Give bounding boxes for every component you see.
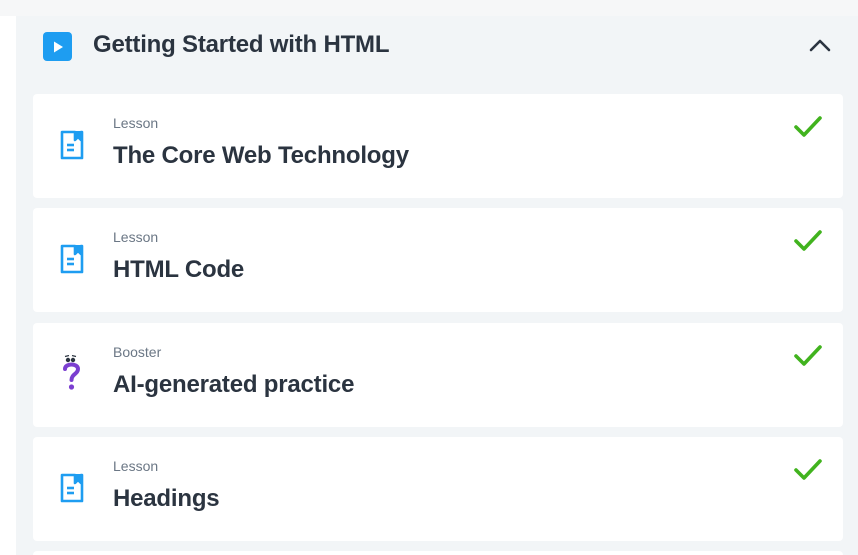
- item-type-label: Lesson: [113, 115, 159, 131]
- module-title: Getting Started with HTML: [93, 31, 390, 58]
- item-type-label: Lesson: [113, 458, 159, 474]
- item-type-label: Booster: [113, 344, 162, 360]
- lesson-document-icon: [59, 471, 85, 505]
- item-type-label: Lesson: [113, 229, 159, 245]
- booster-card[interactable]: Booster AI-generated practice: [33, 323, 843, 427]
- lesson-card[interactable]: Lesson The Core Web Technology: [33, 94, 843, 198]
- item-title: The Core Web Technology: [113, 142, 409, 169]
- checkmark-icon: [793, 228, 823, 254]
- item-title: HTML Code: [113, 256, 245, 283]
- lesson-document-icon: [59, 242, 85, 276]
- module-section: Getting Started with HTML Lesson The Cor…: [16, 16, 858, 555]
- lesson-card[interactable]: Lesson HTML Code: [33, 208, 843, 312]
- checkmark-icon: [793, 343, 823, 369]
- lesson-document-icon: [59, 128, 85, 162]
- play-icon: [43, 32, 72, 61]
- lesson-card[interactable]: Lesson Headings: [33, 437, 843, 541]
- item-title: Headings: [113, 485, 220, 512]
- item-title: AI-generated practice: [113, 371, 355, 398]
- module-header[interactable]: Getting Started with HTML: [16, 16, 858, 78]
- next-card-peek: [33, 551, 843, 555]
- checkmark-icon: [793, 457, 823, 483]
- booster-question-icon: [59, 355, 85, 391]
- top-strip: [0, 0, 858, 16]
- chevron-up-icon[interactable]: [808, 35, 832, 55]
- checkmark-icon: [793, 114, 823, 140]
